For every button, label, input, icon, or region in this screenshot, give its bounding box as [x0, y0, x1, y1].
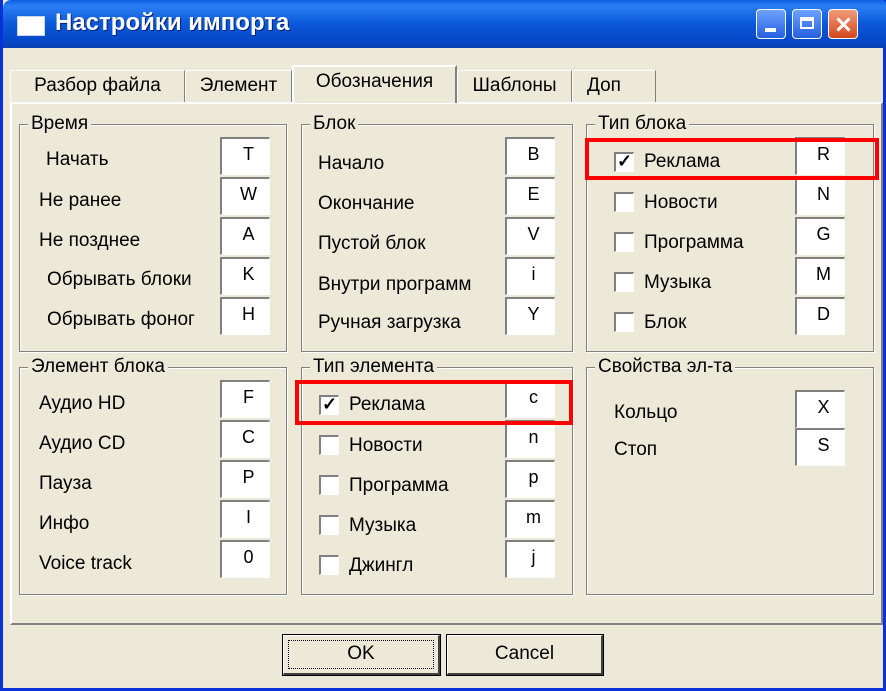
- field-audio-cd[interactable]: C: [220, 420, 270, 458]
- group-block: Блок Начало B Окончание E Пустой блок V …: [301, 112, 573, 352]
- label-block-begin: Начало: [318, 153, 385, 174]
- cancel-button[interactable]: Cancel: [446, 634, 604, 676]
- tab-element[interactable]: Элемент: [185, 70, 292, 102]
- field-cut-blocks[interactable]: K: [220, 257, 270, 295]
- label-element-news: Новости: [349, 435, 423, 456]
- minimize-button[interactable]: [756, 9, 786, 39]
- field-empty-block[interactable]: V: [505, 217, 555, 255]
- label-element-music: Музыка: [349, 515, 417, 536]
- label-block-block: Блок: [644, 312, 687, 333]
- group-block-element: Элемент блока Аудио HD F Аудио CD C Пауз…: [19, 355, 287, 595]
- label-not-later: Не позднее: [39, 230, 141, 251]
- group-element-props-title: Свойства эл-та: [595, 355, 736, 379]
- highlight-block-ads: [585, 138, 879, 180]
- group-element-props: Свойства эл-та Кольцо X Стоп S: [586, 355, 874, 595]
- label-empty-block: Пустой блок: [318, 233, 426, 254]
- import-settings-dialog: Настройки импорта Разбор файла Элемент О…: [0, 0, 886, 691]
- ok-button[interactable]: OK: [282, 634, 441, 676]
- label-loop: Кольцо: [614, 402, 678, 423]
- label-block-music: Музыка: [644, 272, 712, 293]
- tab-file-parsing[interactable]: Разбор файла: [10, 70, 185, 102]
- group-element-type-title: Тип элемента: [310, 355, 438, 379]
- field-loop[interactable]: X: [795, 390, 845, 428]
- highlight-element-ads: [295, 380, 573, 425]
- field-block-block[interactable]: D: [795, 297, 845, 335]
- label-voice-track: Voice track: [39, 553, 132, 574]
- field-info[interactable]: I: [220, 500, 270, 538]
- tab-designations[interactable]: Обозначения: [292, 65, 457, 103]
- field-inside-program[interactable]: i: [505, 257, 555, 295]
- checkbox-element-news[interactable]: [319, 435, 339, 455]
- label-element-jingle: Джингл: [349, 555, 414, 576]
- group-block-type-title: Тип блока: [595, 112, 690, 136]
- field-block-program[interactable]: G: [795, 217, 845, 255]
- field-not-later[interactable]: A: [220, 217, 270, 255]
- field-element-jingle[interactable]: j: [505, 540, 555, 578]
- window-title: Настройки импорта: [55, 9, 290, 36]
- field-audio-hd[interactable]: F: [220, 380, 270, 418]
- label-element-program: Программа: [349, 475, 449, 496]
- label-manual-load: Ручная загрузка: [318, 312, 461, 333]
- window-icon: [17, 16, 45, 36]
- field-voice-track[interactable]: 0: [220, 540, 270, 578]
- checkbox-block-program[interactable]: [614, 232, 634, 252]
- focus-rect: [288, 640, 434, 669]
- title-bar[interactable]: Настройки импорта: [3, 0, 886, 48]
- field-cut-background[interactable]: H: [220, 297, 270, 335]
- checkbox-element-jingle[interactable]: [319, 555, 339, 575]
- close-button[interactable]: [828, 9, 858, 39]
- field-pause[interactable]: P: [220, 460, 270, 498]
- label-block-end: Окончание: [318, 193, 415, 214]
- label-start: Начать: [46, 149, 109, 170]
- label-not-earlier: Не ранее: [39, 190, 122, 211]
- label-audio-cd: Аудио CD: [39, 433, 126, 454]
- label-audio-hd: Аудио HD: [39, 393, 126, 414]
- field-stop[interactable]: S: [795, 428, 845, 466]
- field-element-program[interactable]: p: [505, 460, 555, 498]
- checkbox-element-program[interactable]: [319, 475, 339, 495]
- group-block-element-title: Элемент блока: [28, 355, 168, 379]
- label-pause: Пауза: [39, 473, 92, 494]
- maximize-button[interactable]: [792, 9, 822, 39]
- field-manual-load[interactable]: Y: [505, 297, 555, 335]
- checkbox-block-block[interactable]: [614, 312, 634, 332]
- field-not-earlier[interactable]: W: [220, 177, 270, 215]
- label-block-program: Программа: [644, 232, 744, 253]
- label-block-news: Новости: [644, 192, 718, 213]
- label-stop: Стоп: [614, 439, 658, 460]
- tab-panel: Время Начать T Не ранее W Не позднее A О…: [10, 102, 883, 625]
- group-time-title: Время: [28, 112, 92, 136]
- label-inside-program: Внутри программ: [318, 274, 472, 295]
- checkbox-block-news[interactable]: [614, 192, 634, 212]
- field-block-begin[interactable]: B: [505, 137, 555, 175]
- label-cut-blocks: Обрывать блоки: [47, 269, 192, 290]
- field-block-news[interactable]: N: [795, 177, 845, 215]
- label-cut-background: Обрывать фоног: [47, 309, 195, 330]
- field-element-music[interactable]: m: [505, 500, 555, 538]
- group-block-title: Блок: [310, 112, 359, 136]
- group-time: Время Начать T Не ранее W Не позднее A О…: [19, 112, 287, 352]
- field-block-music[interactable]: M: [795, 257, 845, 295]
- field-start[interactable]: T: [220, 137, 270, 175]
- label-info: Инфо: [39, 513, 90, 534]
- tab-templates[interactable]: Шаблоны: [457, 70, 572, 102]
- field-element-news[interactable]: n: [505, 420, 555, 458]
- field-block-end[interactable]: E: [505, 177, 555, 215]
- checkbox-block-music[interactable]: [614, 272, 634, 292]
- checkbox-element-music[interactable]: [319, 515, 339, 535]
- tab-extra[interactable]: Доп: [572, 70, 656, 102]
